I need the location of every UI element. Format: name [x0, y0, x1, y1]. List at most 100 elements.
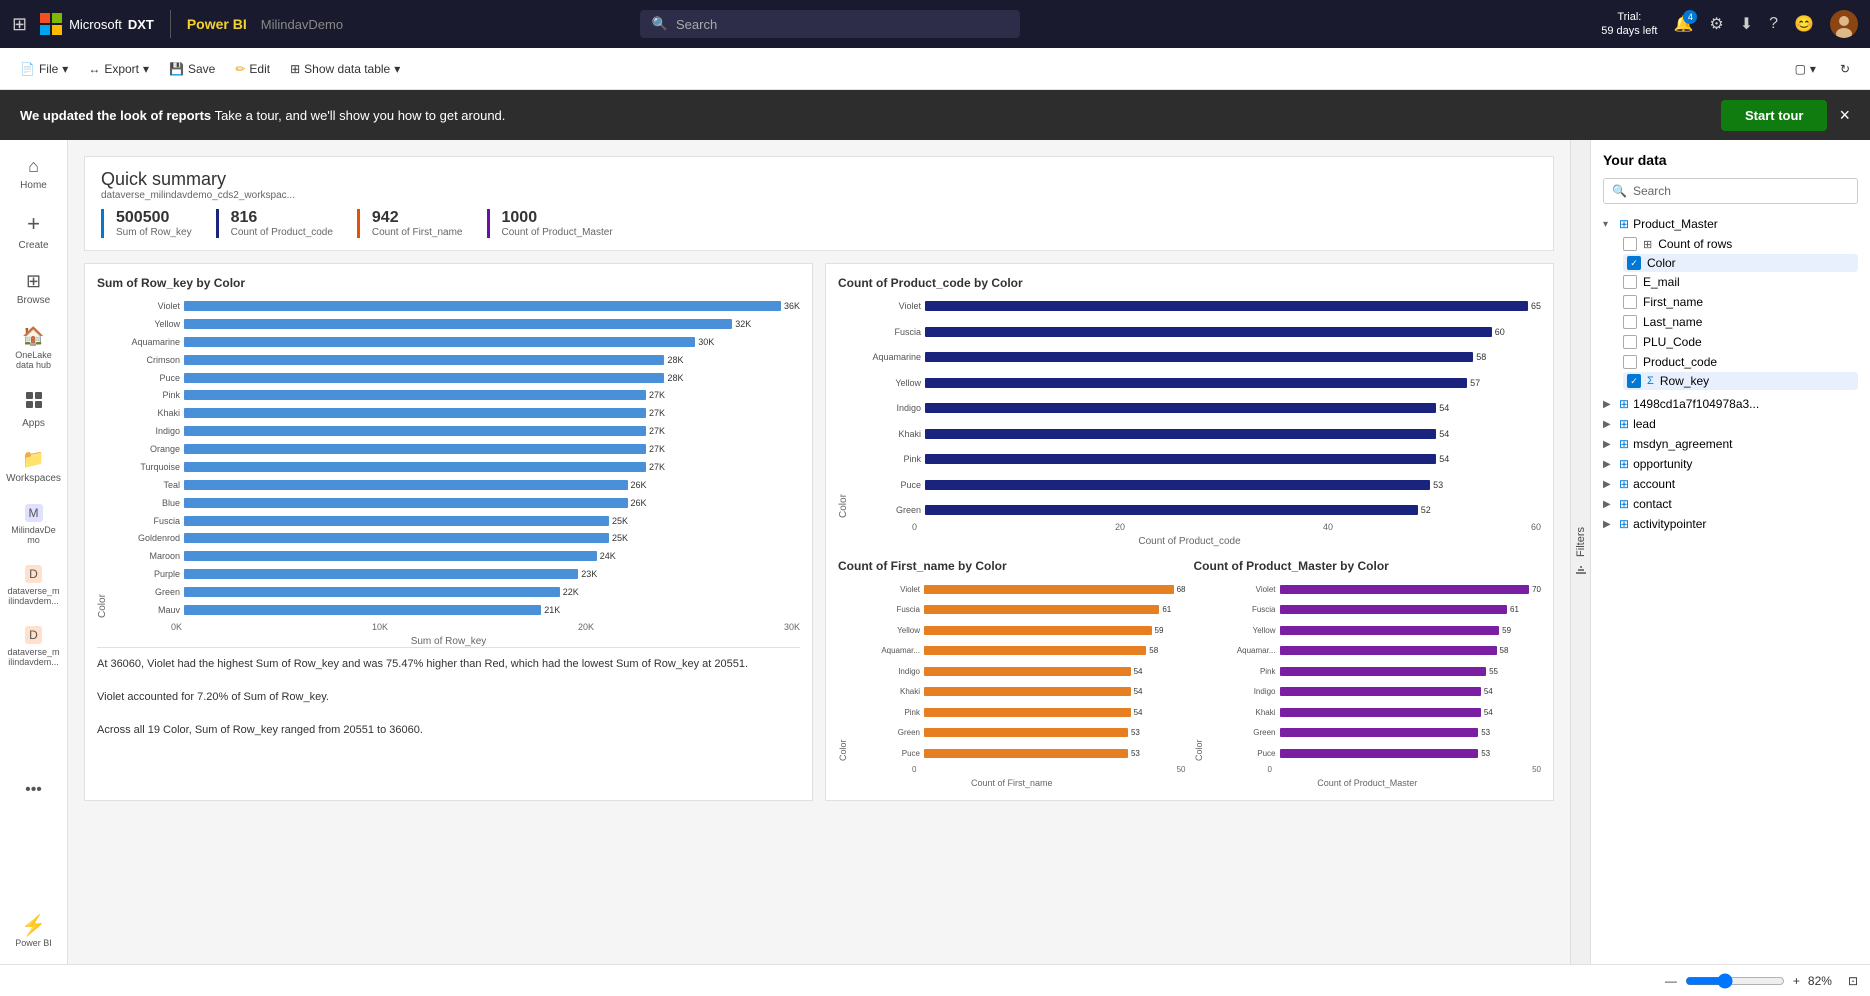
tree-opportunity-label: opportunity	[1633, 457, 1858, 471]
bar-row-puce: Puce 28K	[110, 370, 800, 386]
table-msdyn-icon: ⊞	[1619, 437, 1629, 451]
bar-row-khaki: Khaki 27K	[110, 405, 800, 421]
file-icon: 📄	[20, 62, 35, 76]
sidebar-dots[interactable]: •••	[13, 769, 54, 811]
charts-grid: Sum of Row_key by Color Color Violet 36K…	[84, 263, 1554, 801]
zoom-slider[interactable]	[1685, 973, 1785, 989]
sidebar-item-create[interactable]: + Create	[0, 203, 67, 259]
sidebar-home-label: Home	[20, 180, 47, 191]
sidebar-item-milindavdemo[interactable]: M MilindavDe mo	[0, 496, 67, 553]
field-count-rows[interactable]: ⊞ Count of rows	[1623, 234, 1858, 254]
milindav-icon: M	[25, 504, 43, 522]
show-data-table-button[interactable]: ⊞ Show data table ▾	[282, 58, 408, 80]
data-search-box[interactable]: 🔍 Search	[1603, 178, 1858, 204]
field-color[interactable]: ✓ Color	[1623, 254, 1858, 272]
help-icon[interactable]: ?	[1769, 15, 1778, 33]
sidebar-item-onelake[interactable]: 🏠 OneLake data hub	[0, 318, 67, 378]
bar-row-crimson: Crimson 28K	[110, 352, 800, 368]
tree-item-product-master[interactable]: ▾ ⊞ Product_Master	[1603, 214, 1858, 234]
person-icon[interactable]: 😊	[1794, 14, 1814, 34]
metric-productcode-label: Count of Product_code	[231, 227, 333, 238]
bar-violet	[184, 301, 781, 311]
field-firstname[interactable]: First_name	[1623, 292, 1858, 312]
bar-row-yellow: Yellow 32K	[110, 316, 800, 332]
field-count-rows-checkbox[interactable]	[1623, 237, 1637, 251]
field-color-checkbox[interactable]: ✓	[1627, 256, 1641, 270]
zoom-minus-icon: —	[1665, 974, 1677, 988]
ms-logo[interactable]: Microsoft DXT	[39, 12, 154, 36]
notifications-icon[interactable]: 🔔4	[1673, 14, 1693, 34]
field-productcode-checkbox[interactable]	[1623, 355, 1637, 369]
bar-row-blue: Blue 26K	[110, 495, 800, 511]
field-plucode[interactable]: PLU_Code	[1623, 332, 1858, 352]
edit-button[interactable]: ✏ Edit	[227, 58, 278, 80]
save-button[interactable]: 💾 Save	[161, 58, 223, 80]
banner-close-button[interactable]: ×	[1839, 105, 1850, 126]
sigma-icon: Σ	[1647, 375, 1654, 387]
sidebar-item-dataverse2[interactable]: D dataverse_m ilindavdem...	[0, 618, 67, 675]
tree-item-msdyn[interactable]: ▶ ⊞ msdyn_agreement	[1603, 434, 1858, 454]
sidebar-item-dataverse1[interactable]: D dataverse_m ilindavdem...	[0, 557, 67, 614]
chart3-xaxis: 050	[838, 765, 1186, 774]
nav-right-area: Trial: 59 days left 🔔4 ⚙ ⬇ ? 😊	[1601, 10, 1858, 39]
metric-productcode: 816 Count of Product_code	[216, 209, 333, 238]
tree-item-1498[interactable]: ▶ ⊞ 1498cd1a7f104978a3...	[1603, 394, 1858, 414]
bar-row-goldenrod: Goldenrod 25K	[110, 530, 800, 546]
bar-puce	[184, 373, 664, 383]
tree-item-opportunity[interactable]: ▶ ⊞ opportunity	[1603, 454, 1858, 474]
sidebar-item-home[interactable]: ⌂ Home	[0, 148, 67, 199]
table-icon: ⊞	[290, 62, 300, 76]
sidebar-item-apps[interactable]: Apps	[0, 382, 67, 437]
field-firstname-checkbox[interactable]	[1623, 295, 1637, 309]
field-lastname-checkbox[interactable]	[1623, 315, 1637, 329]
metric-firstname-value: 942	[372, 209, 463, 227]
right-panel-wrapper: Filters Your data 🔍 Search ▾ ⊞	[1570, 140, 1870, 964]
dataverse2-icon: D	[25, 626, 42, 644]
start-tour-button[interactable]: Start tour	[1721, 100, 1828, 131]
table-icon: ⊞	[1619, 217, 1629, 231]
powerbi-badge: ⚡ Power BI	[7, 905, 60, 956]
field-rowkey-checkbox[interactable]: ✓	[1627, 374, 1641, 388]
field-email[interactable]: E_mail	[1623, 272, 1858, 292]
table-account-icon: ⊞	[1619, 477, 1629, 491]
tree-item-activitypointer[interactable]: ▶ ⊞ activitypointer	[1603, 514, 1858, 534]
quick-summary-panel: Quick summary dataverse_milindavdemo_cds…	[84, 156, 1554, 251]
global-search[interactable]: 🔍 Search	[640, 10, 1020, 38]
filters-panel-toggle[interactable]: Filters	[1570, 140, 1590, 964]
chart2-body: Color Violet65 Fuscia60 Aquamarine58 Yel…	[838, 298, 1541, 518]
file-button[interactable]: 📄 File ▾	[12, 58, 76, 80]
field-plucode-checkbox[interactable]	[1623, 335, 1637, 349]
refresh-button[interactable]: ↻	[1832, 58, 1858, 80]
expand-icon[interactable]: ⊡	[1848, 974, 1858, 988]
field-rowkey[interactable]: ✓ Σ Row_key	[1623, 372, 1858, 390]
tree-product-master: ▾ ⊞ Product_Master ⊞ Count of rows	[1603, 214, 1858, 534]
sidebar-item-workspaces[interactable]: 📁 Workspaces	[0, 441, 67, 492]
bar-purple	[184, 569, 578, 579]
window-button[interactable]: ▢ ▾	[1787, 58, 1824, 80]
download-icon[interactable]: ⬇	[1740, 14, 1753, 34]
bar-indigo	[184, 426, 646, 436]
chart1-title: Sum of Row_key by Color	[97, 276, 800, 290]
settings-icon[interactable]: ⚙	[1709, 14, 1723, 34]
tree-item-contact[interactable]: ▶ ⊞ contact	[1603, 494, 1858, 514]
field-productcode[interactable]: Product_code	[1623, 352, 1858, 372]
export-icon: ↔	[88, 62, 100, 76]
tree-expand-icon: ▾	[1603, 219, 1615, 230]
microsoft-logo-icon	[39, 12, 63, 36]
small-charts-row: Count of First_name by Color Color Viole…	[838, 559, 1541, 788]
tree-lead-label: lead	[1633, 417, 1858, 431]
count-rows-label: Count of rows	[1658, 237, 1732, 251]
qs-subtitle: dataverse_milindavdemo_cds2_workspac...	[101, 190, 295, 201]
tree-item-account[interactable]: ▶ ⊞ account	[1603, 474, 1858, 494]
grid-icon[interactable]: ⊞	[12, 14, 27, 35]
bar-row-purple: Purple 23K	[110, 566, 800, 582]
metric-rowkey-label: Sum of Row_key	[116, 227, 192, 238]
chart3-xaxis-label: Count of First_name	[838, 778, 1186, 788]
tree-item-lead[interactable]: ▶ ⊞ lead	[1603, 414, 1858, 434]
field-lastname[interactable]: Last_name	[1623, 312, 1858, 332]
export-button[interactable]: ↔ Export ▾	[80, 58, 157, 80]
field-email-checkbox[interactable]	[1623, 275, 1637, 289]
metric-rowkey: 500500 Sum of Row_key	[101, 209, 192, 238]
avatar[interactable]	[1830, 10, 1858, 38]
sidebar-item-browse[interactable]: ⊞ Browse	[0, 263, 67, 314]
